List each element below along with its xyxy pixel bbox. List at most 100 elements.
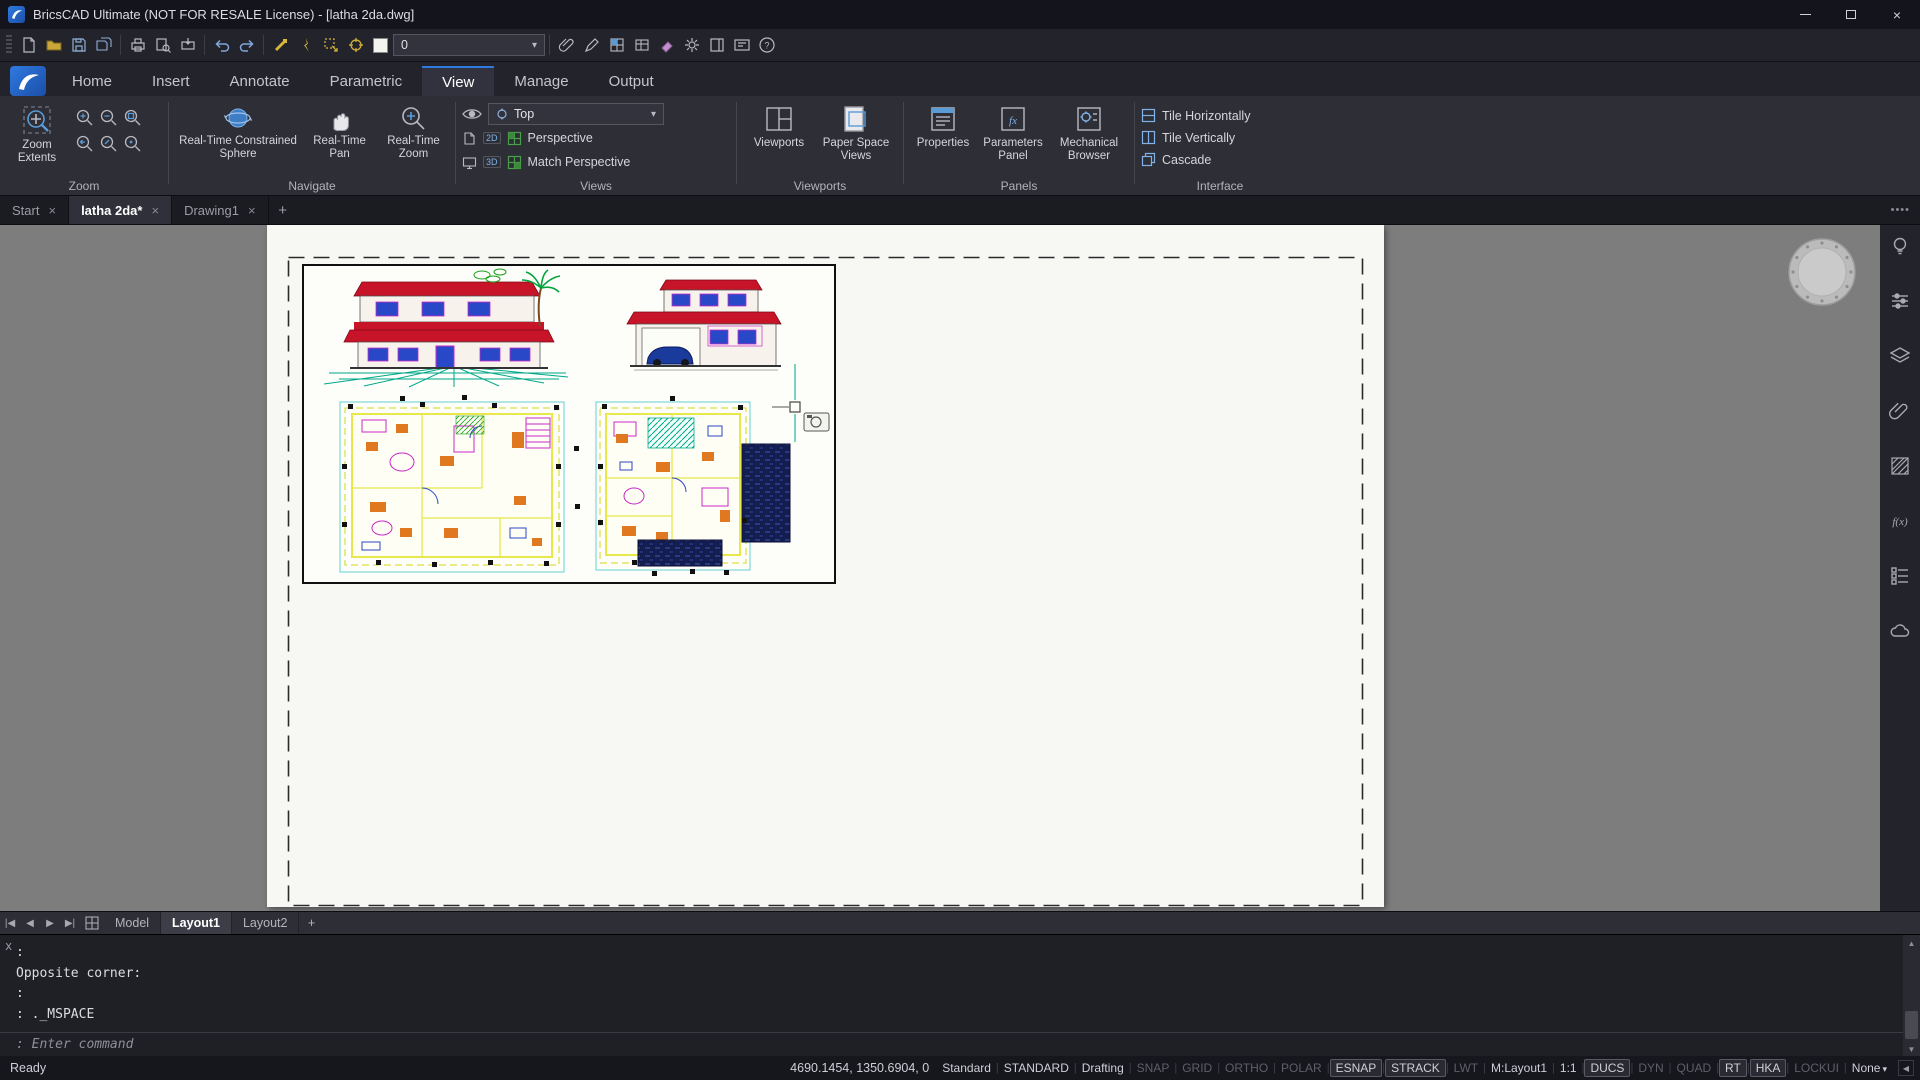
help-icon[interactable]: ? <box>754 33 779 58</box>
current-color-swatch[interactable] <box>373 37 388 53</box>
panels-toggle-icon[interactable] <box>704 33 729 58</box>
toolbar-grip[interactable] <box>6 35 12 55</box>
cascade-button[interactable]: Cascade <box>1141 150 1250 169</box>
tab-output[interactable]: Output <box>589 66 674 96</box>
realtime-pan-button[interactable]: Real-Time Pan <box>301 102 378 163</box>
statusbar-collapse-icon[interactable]: ◀ <box>1898 1060 1914 1076</box>
close-tab-icon[interactable]: × <box>151 203 159 218</box>
redo-icon[interactable] <box>234 33 259 58</box>
undo-icon[interactable] <box>209 33 234 58</box>
status-toggle-ortho[interactable]: ORTHO <box>1220 1060 1273 1076</box>
first-layout-button[interactable]: |◀ <box>0 912 20 934</box>
properties-button[interactable]: Properties <box>910 102 976 152</box>
entity-snap-icon[interactable] <box>343 33 368 58</box>
settings-sliders-icon[interactable] <box>1889 290 1911 312</box>
tab-parametric[interactable]: Parametric <box>310 66 423 96</box>
viewport-config-icon[interactable] <box>507 155 522 170</box>
status-toggle-strack[interactable]: STRACK <box>1385 1059 1446 1077</box>
selection-tool-icon[interactable] <box>318 33 343 58</box>
tab-insert[interactable]: Insert <box>132 66 210 96</box>
paper-space-views-button[interactable]: Paper Space Views <box>815 102 897 165</box>
print-preview-icon[interactable] <box>150 33 175 58</box>
attach-icon[interactable] <box>554 33 579 58</box>
quick-select-icon[interactable] <box>293 33 318 58</box>
command-panel-close[interactable]: x <box>5 939 12 953</box>
viewport-drawing[interactable] <box>302 264 836 584</box>
publish-icon[interactable] <box>175 33 200 58</box>
navigation-ball[interactable] <box>1786 236 1858 308</box>
zoom-window-icon[interactable] <box>120 104 144 130</box>
zoom-extents-button[interactable]: Zoom Extents <box>6 102 68 167</box>
status-layout-indicator[interactable]: M:Layout1 <box>1486 1060 1552 1076</box>
doc-tab-latha-2da[interactable]: latha 2da* × <box>69 196 173 224</box>
zoom-out-icon[interactable] <box>96 104 120 130</box>
status-toggle-rt[interactable]: RT <box>1719 1059 1747 1077</box>
pen-icon[interactable] <box>579 33 604 58</box>
previous-layout-button[interactable]: ◀ <box>20 912 40 934</box>
minimize-button[interactable] <box>1782 0 1828 29</box>
projector-icon[interactable] <box>462 155 477 170</box>
status-current-style[interactable]: Standard <box>937 1060 996 1076</box>
status-annotation-dropdown[interactable]: None ▾ <box>1847 1060 1892 1076</box>
panel-overflow-dots[interactable]: •••• <box>1891 204 1910 216</box>
status-toggle-snap[interactable]: SNAP <box>1132 1060 1175 1076</box>
layer-dropdown[interactable]: 0 ▾ <box>393 34 545 56</box>
command-input[interactable]: : Enter command <box>16 1037 133 1052</box>
tab-manage[interactable]: Manage <box>494 66 588 96</box>
match-perspective-label[interactable]: Match Perspective <box>528 155 631 169</box>
close-button[interactable]: × <box>1874 0 1920 29</box>
scroll-down-icon[interactable]: ▼ <box>1903 1041 1920 1057</box>
add-layout-button[interactable]: + <box>299 912 323 934</box>
close-tab-icon[interactable]: × <box>248 203 256 218</box>
save-all-icon[interactable] <box>91 33 116 58</box>
tab-home[interactable]: Home <box>52 66 132 96</box>
viewport-config-icon[interactable] <box>507 131 522 146</box>
new-tab-button[interactable]: + <box>269 196 297 224</box>
status-toggle-grid[interactable]: GRID <box>1177 1060 1217 1076</box>
status-toggle-polar[interactable]: POLAR <box>1276 1060 1327 1076</box>
scroll-up-icon[interactable]: ▲ <box>1903 935 1920 951</box>
cloud-icon[interactable] <box>1889 620 1911 642</box>
parameters-fx-icon[interactable]: f(x) <box>1889 510 1911 532</box>
status-toggle-quad[interactable]: QUAD <box>1672 1060 1717 1076</box>
application-button[interactable] <box>10 66 46 96</box>
status-toggle-lockui[interactable]: LOCKUI <box>1789 1060 1844 1076</box>
status-toggle-ducs[interactable]: DUCS <box>1584 1059 1631 1077</box>
maximize-button[interactable] <box>1828 0 1874 29</box>
constrained-sphere-button[interactable]: Real-Time Constrained Sphere <box>175 102 301 163</box>
zoom-in-icon[interactable] <box>72 104 96 130</box>
paper-sheet[interactable] <box>267 225 1384 907</box>
gear-icon[interactable] <box>679 33 704 58</box>
drawing-canvas[interactable] <box>0 225 1880 911</box>
view-selector-dropdown[interactable]: Top ▾ <box>488 103 664 125</box>
zoom-previous-icon[interactable] <box>72 130 96 156</box>
layout-list-icon[interactable] <box>80 912 104 934</box>
doc-tab-start[interactable]: Start × <box>0 196 70 224</box>
status-toggle-dyn[interactable]: DYN <box>1633 1060 1668 1076</box>
drawing-settings-icon[interactable] <box>604 33 629 58</box>
close-tab-icon[interactable]: × <box>48 203 56 218</box>
mechanical-browser-button[interactable]: Mechanical Browser <box>1050 102 1128 165</box>
doc-tab-drawing1[interactable]: Drawing1 × <box>172 196 269 224</box>
open-file-icon[interactable] <box>41 33 66 58</box>
eraser-icon[interactable] <box>654 33 679 58</box>
zoom-center-icon[interactable] <box>120 130 144 156</box>
plot-icon[interactable] <box>125 33 150 58</box>
new-file-icon[interactable] <box>16 33 41 58</box>
tab-view[interactable]: View <box>422 66 495 96</box>
status-toggle-esnap[interactable]: ESNAP <box>1329 1059 1383 1077</box>
layout-tab-layout2[interactable]: Layout2 <box>232 912 300 934</box>
status-toggle-lwt[interactable]: LWT <box>1449 1060 1483 1076</box>
structure-tree-icon[interactable] <box>1889 565 1911 587</box>
parameters-panel-button[interactable]: fx Parameters Panel <box>976 102 1050 165</box>
viewports-button[interactable]: Viewports <box>743 102 815 152</box>
save-icon[interactable] <box>66 33 91 58</box>
status-toggle-hka[interactable]: HKA <box>1749 1059 1787 1077</box>
tile-horizontally-button[interactable]: Tile Horizontally <box>1141 106 1250 125</box>
status-dim-style[interactable]: STANDARD <box>999 1060 1074 1076</box>
next-layout-button[interactable]: ▶ <box>40 912 60 934</box>
status-scale[interactable]: 1:1 <box>1555 1060 1582 1076</box>
match-properties-icon[interactable] <box>268 33 293 58</box>
last-layout-button[interactable]: ▶| <box>60 912 80 934</box>
tile-vertically-button[interactable]: Tile Vertically <box>1141 128 1250 147</box>
